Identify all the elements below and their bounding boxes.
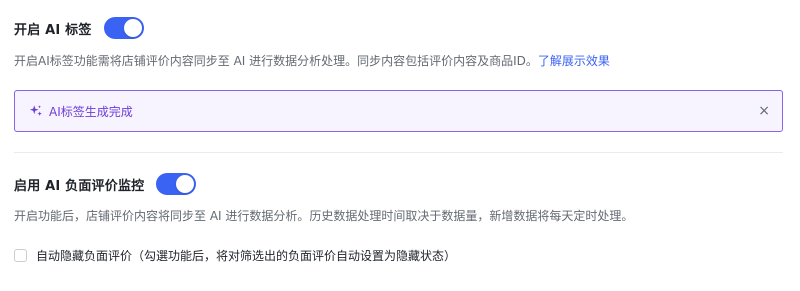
banner-text: AI标签生成完成 xyxy=(49,104,133,119)
ai-tags-complete-banner: AI标签生成完成 × xyxy=(14,90,783,132)
negative-monitor-description: 开启功能后，店铺评价内容将同步至 AI 进行数据分析。历史数据处理时间取决于数据… xyxy=(14,209,634,223)
close-icon[interactable]: × xyxy=(758,104,770,118)
section-divider xyxy=(14,152,783,153)
negative-monitor-header: 启用 AI 负面评价监控 xyxy=(14,173,786,195)
ai-tags-toggle[interactable] xyxy=(103,17,144,39)
negative-monitor-description-block: 开启功能后，店铺评价内容将同步至 AI 进行数据分析。历史数据处理时间取决于数据… xyxy=(14,207,786,225)
auto-hide-option: 自动隐藏负面评价（勾選功能后，将对筛选出的负面评价自动设置为隐藏状态） xyxy=(14,247,786,264)
sparkle-icon xyxy=(29,105,42,116)
toggle-knob xyxy=(176,175,195,193)
ai-tags-description: 开启AI标签功能需将店铺评价内容同步至 AI 进行数据分析处理。同步内容包括评价… xyxy=(14,54,538,68)
ai-tags-title: 开启 AI 标签 xyxy=(14,22,92,38)
auto-hide-checkbox[interactable] xyxy=(14,249,27,262)
negative-monitor-title: 启用 AI 负面评价监控 xyxy=(14,178,145,194)
ai-tags-header: 开启 AI 标签 xyxy=(14,17,786,39)
toggle-knob xyxy=(123,19,142,37)
negative-monitor-toggle[interactable] xyxy=(156,173,197,195)
learn-more-link[interactable]: 了解展示效果 xyxy=(538,54,610,68)
auto-hide-label[interactable]: 自动隐藏负面评价（勾選功能后，将对筛选出的负面评价自动设置为隐藏状态） xyxy=(36,247,456,264)
ai-tags-description-block: 开启AI标签功能需将店铺评价内容同步至 AI 进行数据分析处理。同步内容包括评价… xyxy=(14,52,786,70)
